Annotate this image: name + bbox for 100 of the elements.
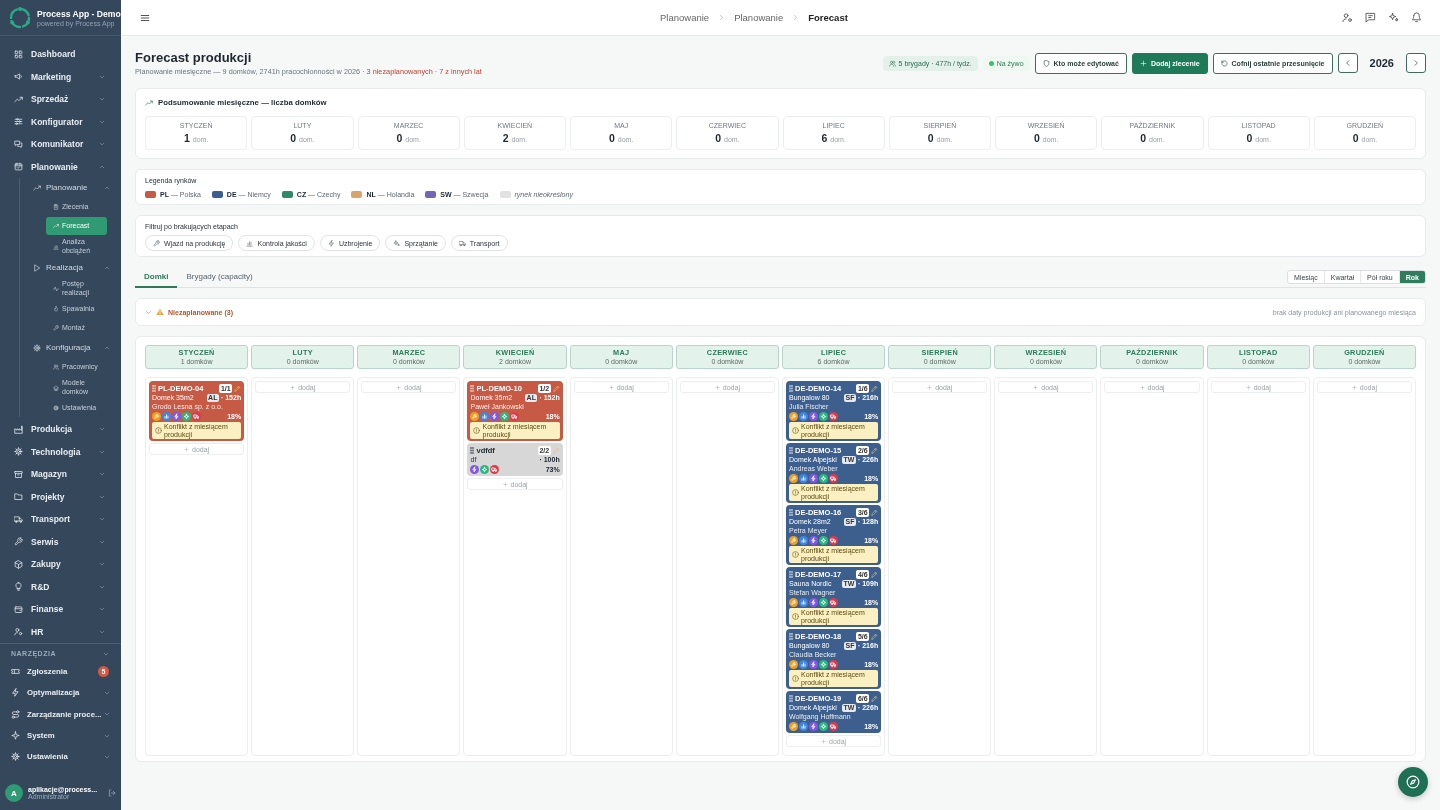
nav-item[interactable]: Finanse [0,598,121,621]
previous-year-button[interactable] [1337,53,1358,73]
truck-icon [458,239,466,247]
count-value: 1 [183,132,190,144]
plus-icon [1245,384,1251,390]
pencil-icon[interactable] [871,570,879,578]
bar-chart-disc-icon [799,598,808,607]
trend-up-icon [14,94,23,104]
sparkle-icon [11,731,20,741]
pencil-icon[interactable] [871,508,879,516]
sparkle-disc-icon [819,722,828,731]
user-settings-icon[interactable] [1342,12,1353,23]
bar-chart-disc-icon [799,536,808,545]
truck-disc-icon [829,598,838,607]
app-title: Process App - Demo [37,8,121,19]
wrench-icon [153,239,160,247]
pencil-icon[interactable] [234,384,242,392]
nav-item[interactable]: Planowanie [0,155,121,178]
nav-item[interactable]: Sprzedaż [0,88,121,111]
pencil-icon[interactable] [871,446,879,454]
nav-item[interactable]: Komunikator [0,133,121,156]
drag-handle-icon[interactable] [470,446,475,454]
menu-icon[interactable] [140,12,150,23]
compass-icon [1406,775,1420,789]
plus-icon [1033,384,1039,390]
nav-item[interactable]: Technologia [0,440,121,463]
tab[interactable]: Domki [135,267,178,288]
nav-item[interactable]: HR [0,620,121,643]
wrench-disc-icon [789,412,798,421]
nav-item[interactable]: Konfigurator [0,110,121,133]
drag-handle-icon[interactable] [152,384,156,392]
settings-icon [14,447,23,457]
trend-up-icon [33,183,41,192]
sliders-icon [14,117,23,127]
wrench-disc-icon [789,722,798,731]
sparkles-icon[interactable] [1388,12,1399,23]
grid-icon [14,49,23,59]
chevron-down-icon[interactable] [145,308,152,316]
drag-handle-icon[interactable] [789,446,793,454]
bolt-disc-icon [490,412,500,421]
drag-handle-icon[interactable] [789,570,793,578]
count-value: 0 [290,132,296,144]
pencil-icon[interactable] [871,694,879,702]
calendar-icon [14,162,23,172]
settings-icon [33,343,41,352]
wrench-icon [53,325,59,331]
page-title: Forecast produkcji [135,49,253,67]
wrench-disc-icon [789,474,798,483]
nav-item[interactable]: Planowanie [20,178,121,197]
folder-icon [14,492,23,502]
nav-item[interactable]: Transport [0,508,121,531]
user-avatar: A [5,784,23,802]
alert-circle-icon [792,427,799,434]
play-icon [33,263,41,272]
nav-item[interactable]: Zakupy [0,553,121,576]
trend-up-icon [53,223,59,229]
chevron-down-icon[interactable] [103,650,109,657]
drag-handle-icon[interactable] [789,632,793,640]
breadcrumb-link[interactable]: Planowanie [734,12,784,23]
archive-box-icon [14,469,23,479]
nav-item[interactable]: Magazyn [0,463,121,486]
message-icon[interactable] [1365,12,1376,23]
sparkle-disc-icon [819,536,828,545]
floating-action-button[interactable] [1398,767,1428,797]
tab[interactable]: Brygady (capacity) [177,267,262,288]
bell-icon[interactable] [1411,12,1422,23]
alert-circle-icon [473,427,481,434]
nav-item[interactable]: Konfiguracja [20,338,121,357]
drag-handle-icon[interactable] [789,508,793,516]
nav-item[interactable]: Realizacja [20,258,121,277]
nav-item[interactable]: Dashboard [0,43,121,66]
flame-icon [53,306,59,312]
nav-item[interactable]: Serwis [0,530,121,553]
bolt-disc-icon [809,660,818,669]
nav-item[interactable]: Projekty [0,485,121,508]
breadcrumb-link[interactable]: Planowanie [660,12,710,23]
plus-icon [1139,384,1145,390]
truck-disc-icon [829,660,838,669]
sparkle-disc-icon [480,465,490,474]
logout-icon[interactable] [108,789,116,797]
drag-handle-icon[interactable] [789,384,793,392]
drag-handle-icon[interactable] [470,384,475,392]
pencil-icon[interactable] [871,384,879,392]
nav-item[interactable]: R&D [0,575,121,598]
bolt-disc-icon [809,598,818,607]
count-value: 0 [608,132,615,144]
undo-icon [1220,59,1228,67]
nav-item[interactable]: Marketing [0,65,121,88]
next-year-button[interactable] [1406,53,1426,73]
user-icon [14,627,23,637]
chevron-left-icon [1343,59,1352,67]
bar-chart-disc-icon [799,660,808,669]
nav-item[interactable]: Produkcja [0,418,121,441]
pencil-icon[interactable] [552,384,560,392]
sparkles-icon [393,239,401,247]
drag-handle-icon[interactable] [789,694,793,702]
trend-up-icon [145,98,153,107]
bolt-disc-icon [809,474,818,483]
pencil-icon[interactable] [871,632,879,640]
bar-chart-icon [246,239,254,247]
